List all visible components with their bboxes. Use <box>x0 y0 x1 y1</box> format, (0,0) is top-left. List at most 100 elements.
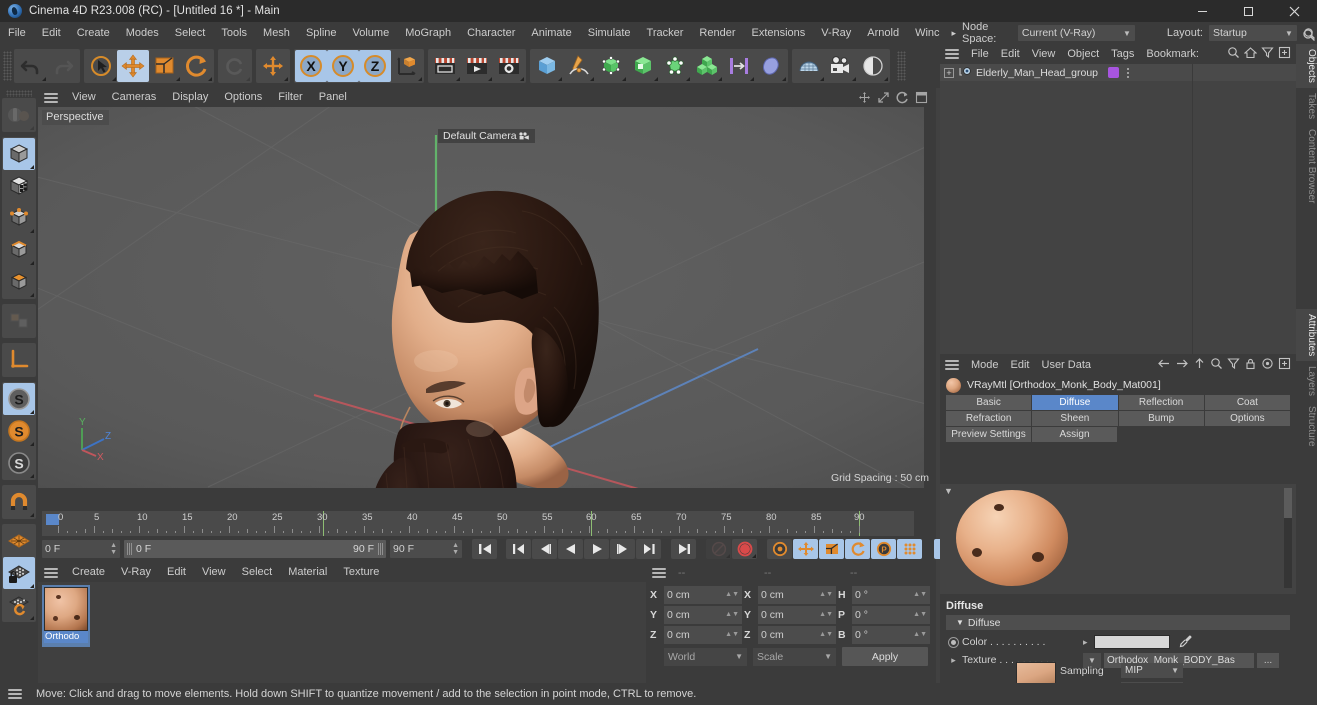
up-arrow-icon[interactable] <box>1193 357 1206 373</box>
vtab-objects[interactable]: Objects <box>1296 44 1317 88</box>
hamburger-icon[interactable] <box>945 49 959 59</box>
points-cube-icon[interactable] <box>3 202 35 234</box>
vtab-structure[interactable]: Structure <box>1296 401 1317 452</box>
menu-select[interactable]: Select <box>167 22 214 44</box>
chevron-right-icon[interactable]: ▸ <box>948 655 959 666</box>
matmenu-edit[interactable]: Edit <box>159 563 194 582</box>
node-space-select[interactable]: Current (V-Ray) ▼ <box>1017 25 1135 41</box>
coordinate-mode-select[interactable]: Scale ▼ <box>753 647 836 666</box>
global-search-icon[interactable] <box>1298 26 1317 44</box>
render-view-button[interactable] <box>429 50 461 82</box>
play-button[interactable] <box>584 539 609 559</box>
tab-assign[interactable]: Assign <box>1032 427 1117 442</box>
add-panel-icon[interactable] <box>1278 46 1291 62</box>
menu-arnold[interactable]: Arnold <box>859 22 907 44</box>
menu-character[interactable]: Character <box>459 22 523 44</box>
chevron-down-icon[interactable]: ▼ <box>944 486 953 496</box>
diffuse-group-header[interactable]: ▼ Diffuse <box>946 615 1290 630</box>
object-row[interactable]: + Elderly_Man_Head_group <box>940 64 1296 81</box>
tab-coat[interactable]: Coat <box>1204 395 1290 410</box>
menu-file[interactable]: File <box>0 22 34 44</box>
minimize-icon[interactable] <box>1179 0 1225 22</box>
axis-corner-icon[interactable] <box>3 344 35 376</box>
material-item[interactable]: Orthodo <box>44 587 88 643</box>
step-back-button[interactable] <box>532 539 557 559</box>
spinner-icon[interactable]: ▲▼ <box>725 611 739 618</box>
attributes-scrollbar[interactable] <box>1284 488 1292 588</box>
render-to-picture-viewer-button[interactable] <box>461 50 493 82</box>
color-radio-icon[interactable] <box>948 636 959 648</box>
keyframe-gear-icon[interactable] <box>767 539 792 559</box>
close-icon[interactable] <box>1271 0 1317 22</box>
tab-bump[interactable]: Bump <box>1118 411 1204 426</box>
back-arrow-icon[interactable] <box>1157 357 1171 373</box>
spinner-icon[interactable]: ▲▼ <box>819 631 833 638</box>
tab-diffuse[interactable]: Diffuse <box>1032 395 1118 410</box>
range-grip-right[interactable] <box>378 543 383 555</box>
viewport-menu-view[interactable]: View <box>64 88 104 107</box>
range-grip-left[interactable] <box>127 543 132 555</box>
uv-squares-icon[interactable] <box>3 305 35 337</box>
undo-button[interactable] <box>15 50 47 82</box>
hamburger-icon[interactable] <box>652 567 666 578</box>
viewport-menu-options[interactable]: Options <box>216 88 270 107</box>
apply-button[interactable]: Apply <box>842 647 928 666</box>
menu-volume[interactable]: Volume <box>345 22 398 44</box>
menu-create[interactable]: Create <box>69 22 118 44</box>
move-view-icon[interactable] <box>858 91 871 104</box>
menu-modes[interactable]: Modes <box>118 22 167 44</box>
add-panel-icon[interactable] <box>1278 357 1291 373</box>
orange-s-circle-icon[interactable]: S <box>3 415 35 447</box>
lock-icon[interactable] <box>1244 357 1257 373</box>
spinner-icon[interactable]: ▲▼ <box>725 631 739 638</box>
position-x-field[interactable]: 0 cm ▲▼ <box>664 585 742 604</box>
move-alt-tool[interactable] <box>257 50 289 82</box>
spinner-icon[interactable]: ▲▼ <box>819 591 833 598</box>
timeline-ruler[interactable]: 0 5 10 15 20 25 30 35 40 45 50 55 60 65 … <box>42 511 914 536</box>
go-to-start-button[interactable] <box>472 539 497 559</box>
scale-key-icon[interactable] <box>819 539 844 559</box>
viewport-menu-panel[interactable]: Panel <box>311 88 355 107</box>
rotate-grid-plane-icon[interactable] <box>3 589 35 621</box>
record-circle-icon[interactable] <box>732 539 757 559</box>
parameter-key-icon[interactable]: P <box>871 539 896 559</box>
om-menu-file[interactable]: File <box>965 44 995 64</box>
attr-menu-mode[interactable]: Mode <box>965 355 1005 375</box>
vtab-attributes[interactable]: Attributes <box>1296 308 1317 361</box>
current-frame-field[interactable]: 0 F ▲ ▼ <box>42 540 120 558</box>
spinner-icon[interactable]: ▲▼ <box>452 542 459 556</box>
matmenu-view[interactable]: View <box>194 563 234 582</box>
viewport-menu-cameras[interactable]: Cameras <box>104 88 165 107</box>
menu-tools[interactable]: Tools <box>213 22 255 44</box>
lock-z-axis[interactable]: Z <box>359 50 391 82</box>
frame-range-bar[interactable]: 0 F 90 F <box>124 540 386 558</box>
tab-reflection[interactable]: Reflection <box>1118 395 1204 410</box>
world-coordinate-cube-icon[interactable] <box>391 50 423 82</box>
menu-mesh[interactable]: Mesh <box>255 22 298 44</box>
polygons-cube-icon[interactable] <box>3 266 35 298</box>
viewport-menu-filter[interactable]: Filter <box>270 88 310 107</box>
menu-animate[interactable]: Animate <box>523 22 579 44</box>
menu-simulate[interactable]: Simulate <box>580 22 639 44</box>
tab-preview-settings[interactable]: Preview Settings <box>946 427 1031 442</box>
tab-sheen[interactable]: Sheen <box>1032 411 1118 426</box>
om-menu-bookmarks[interactable]: Bookmark: <box>1140 44 1205 64</box>
play-reverse-button[interactable] <box>558 539 583 559</box>
magnet-selection-icon[interactable] <box>3 99 35 131</box>
size-x-field[interactable]: 0 cm ▲▼ <box>758 585 836 604</box>
texture-browse-button[interactable]: ... <box>1257 652 1279 668</box>
spinner-icon[interactable]: ▲▼ <box>110 542 117 556</box>
menu-vray[interactable]: V-Ray <box>813 22 859 44</box>
rotation-b-field[interactable]: 0 ° ▲▼ <box>852 625 930 644</box>
om-menu-edit[interactable]: Edit <box>995 44 1026 64</box>
lock-x-axis[interactable]: X <box>295 50 327 82</box>
om-menu-view[interactable]: View <box>1026 44 1062 64</box>
checker-cube-icon[interactable] <box>3 170 35 202</box>
rotation-p-field[interactable]: 0 ° ▲▼ <box>852 605 930 624</box>
viewport-horizontal-scrollbar[interactable] <box>38 501 936 508</box>
position-key-icon[interactable] <box>793 539 818 559</box>
vtab-layers[interactable]: Layers <box>1296 361 1317 401</box>
viewport-menu-display[interactable]: Display <box>164 88 216 107</box>
green-open-cube-icon[interactable] <box>627 50 659 82</box>
spinner-icon[interactable]: ▲▼ <box>819 611 833 618</box>
